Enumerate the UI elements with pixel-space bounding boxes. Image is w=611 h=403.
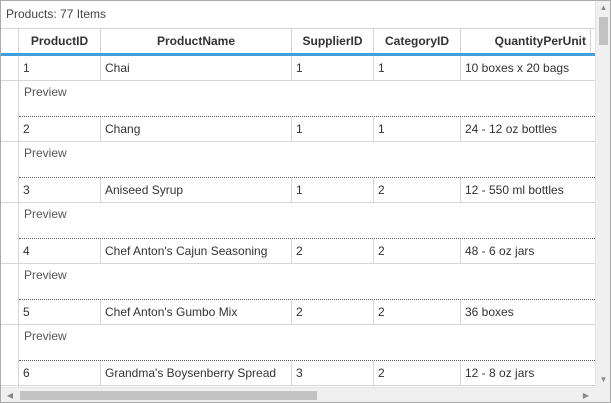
cell-quantityperunit[interactable]: 12 - 8 oz jars bbox=[461, 361, 595, 386]
horizontal-scroll-thumb[interactable] bbox=[20, 391, 317, 400]
header-indent-cell bbox=[1, 29, 19, 53]
products-grid: Products: 77 Items ProductID ProductName… bbox=[0, 0, 611, 403]
table-row[interactable]: 3 Aniseed Syrup 1 2 12 - 550 ml bottles bbox=[1, 178, 595, 203]
cell-categoryid[interactable]: 2 bbox=[374, 178, 461, 203]
cell-productname[interactable]: Chang bbox=[101, 117, 292, 142]
cell-quantityperunit[interactable]: 48 - 6 oz jars bbox=[461, 239, 595, 264]
table-row[interactable]: 5 Chef Anton's Gumbo Mix 2 2 36 boxes bbox=[1, 300, 595, 325]
cell-supplierid[interactable]: 1 bbox=[292, 117, 374, 142]
cell-supplierid[interactable]: 2 bbox=[292, 239, 374, 264]
grid-record[interactable]: 6 Grandma's Boysenberry Spread 3 2 12 - 8 oz… bbox=[1, 361, 595, 387]
grid-viewport: ProductID ProductName SupplierID Categor… bbox=[1, 29, 595, 387]
triangle-left-icon[interactable]: ◀ bbox=[3, 388, 17, 402]
column-header-categoryid[interactable]: CategoryID bbox=[374, 29, 461, 53]
grid-record[interactable]: 2 Chang 1 1 24 - 12 oz bottles Preview bbox=[1, 117, 595, 178]
table-row[interactable]: 2 Chang 1 1 24 - 12 oz bottles bbox=[1, 117, 595, 142]
column-header-row: ProductID ProductName SupplierID Categor… bbox=[1, 29, 595, 56]
cell-supplierid[interactable]: 2 bbox=[292, 300, 374, 325]
table-row[interactable]: 4 Chef Anton's Cajun Seasoning 2 2 48 - 6 oz… bbox=[1, 239, 595, 264]
cell-productid[interactable]: 4 bbox=[19, 239, 101, 264]
horizontal-scrollbar[interactable]: ◀ ▶ bbox=[1, 387, 595, 402]
cell-supplierid[interactable]: 1 bbox=[292, 178, 374, 203]
column-header-supplierid[interactable]: SupplierID bbox=[292, 29, 374, 53]
cell-productname[interactable]: Chai bbox=[101, 56, 292, 81]
column-header-quantityperunit[interactable]: QuantityPerUnit bbox=[461, 29, 591, 53]
cell-productid[interactable]: 1 bbox=[19, 56, 101, 81]
cell-productname[interactable]: Chef Anton's Cajun Seasoning bbox=[101, 239, 292, 264]
column-header-productid[interactable]: ProductID bbox=[19, 29, 101, 53]
column-header-productname[interactable]: ProductName bbox=[101, 29, 292, 53]
cell-quantityperunit[interactable]: 10 boxes x 20 bags bbox=[461, 56, 595, 81]
cell-productid[interactable]: 3 bbox=[19, 178, 101, 203]
triangle-right-icon[interactable]: ▶ bbox=[579, 388, 593, 402]
cell-productid[interactable]: 2 bbox=[19, 117, 101, 142]
cell-productid[interactable]: 5 bbox=[19, 300, 101, 325]
row-preview: Preview bbox=[19, 81, 595, 117]
cell-categoryid[interactable]: 2 bbox=[374, 239, 461, 264]
cell-categoryid[interactable]: 1 bbox=[374, 117, 461, 142]
cell-supplierid[interactable]: 1 bbox=[292, 56, 374, 81]
triangle-up-icon[interactable]: ▲ bbox=[596, 1, 610, 15]
scrollbar-corner bbox=[595, 387, 610, 402]
grid-record[interactable]: 4 Chef Anton's Cajun Seasoning 2 2 48 - 6 oz… bbox=[1, 239, 595, 300]
cell-categoryid[interactable]: 2 bbox=[374, 300, 461, 325]
cell-productname[interactable]: Grandma's Boysenberry Spread bbox=[101, 361, 292, 386]
row-preview: Preview bbox=[19, 264, 595, 300]
triangle-down-icon[interactable]: ▼ bbox=[596, 373, 610, 387]
cell-categoryid[interactable]: 2 bbox=[374, 361, 461, 386]
cell-categoryid[interactable]: 1 bbox=[374, 56, 461, 81]
grid-summary-label: Products: 77 Items bbox=[1, 1, 610, 29]
grid-record[interactable]: 1 Chai 1 1 10 boxes x 20 bags Preview bbox=[1, 56, 595, 117]
cell-quantityperunit[interactable]: 12 - 550 ml bottles bbox=[461, 178, 595, 203]
cell-productname[interactable]: Aniseed Syrup bbox=[101, 178, 292, 203]
row-preview: Preview bbox=[19, 142, 595, 178]
grid-rows: 1 Chai 1 1 10 boxes x 20 bags Preview 2 Chang 1 1… bbox=[1, 56, 595, 387]
row-preview: Preview bbox=[19, 325, 595, 361]
table-row[interactable]: 1 Chai 1 1 10 boxes x 20 bags bbox=[1, 56, 595, 81]
cell-productid[interactable]: 6 bbox=[19, 361, 101, 386]
grid-record[interactable]: 5 Chef Anton's Gumbo Mix 2 2 36 boxes Preview bbox=[1, 300, 595, 361]
vertical-scroll-thumb[interactable] bbox=[599, 17, 608, 45]
row-preview: Preview bbox=[19, 203, 595, 239]
grid-record[interactable]: 3 Aniseed Syrup 1 2 12 - 550 ml bottles Previ… bbox=[1, 178, 595, 239]
cell-productname[interactable]: Chef Anton's Gumbo Mix bbox=[101, 300, 292, 325]
table-row[interactable]: 6 Grandma's Boysenberry Spread 3 2 12 - 8 oz… bbox=[1, 361, 595, 386]
cell-quantityperunit[interactable]: 24 - 12 oz bottles bbox=[461, 117, 595, 142]
cell-quantityperunit[interactable]: 36 boxes bbox=[461, 300, 595, 325]
vertical-scrollbar[interactable]: ▲ ▼ bbox=[595, 1, 610, 387]
cell-supplierid[interactable]: 3 bbox=[292, 361, 374, 386]
